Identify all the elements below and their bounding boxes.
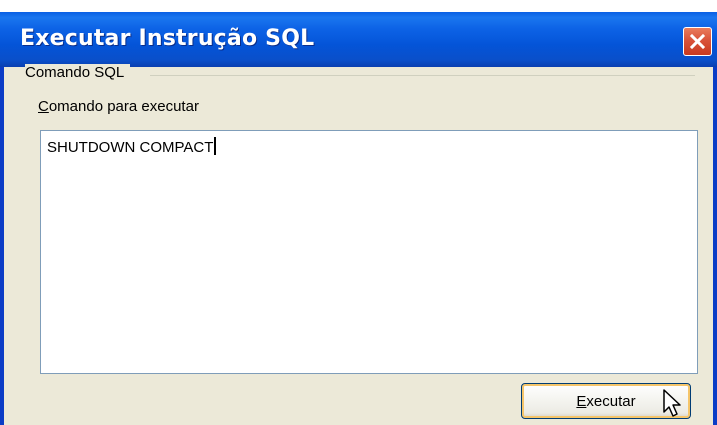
close-button[interactable] — [683, 27, 712, 56]
group-divider — [150, 75, 695, 76]
execute-label-mnemonic: E — [576, 392, 587, 410]
title-bar[interactable]: Executar Instrução SQL — [0, 12, 717, 67]
close-icon — [689, 33, 706, 50]
window-title: Executar Instrução SQL — [20, 26, 315, 51]
background-strip — [0, 0, 717, 12]
text-caret — [214, 137, 217, 155]
command-text: SHUTDOWN COMPACT — [47, 139, 214, 156]
command-label-mnemonic: C — [38, 98, 49, 115]
command-field-label: Comando para executar — [38, 98, 199, 115]
group-label: Comando SQL — [25, 64, 131, 81]
mouse-pointer-icon — [663, 389, 681, 417]
command-label-text: omando para executar — [48, 98, 199, 115]
command-textarea[interactable]: SHUTDOWN COMPACT — [40, 130, 698, 374]
execute-label-text: xecutar — [586, 392, 636, 410]
